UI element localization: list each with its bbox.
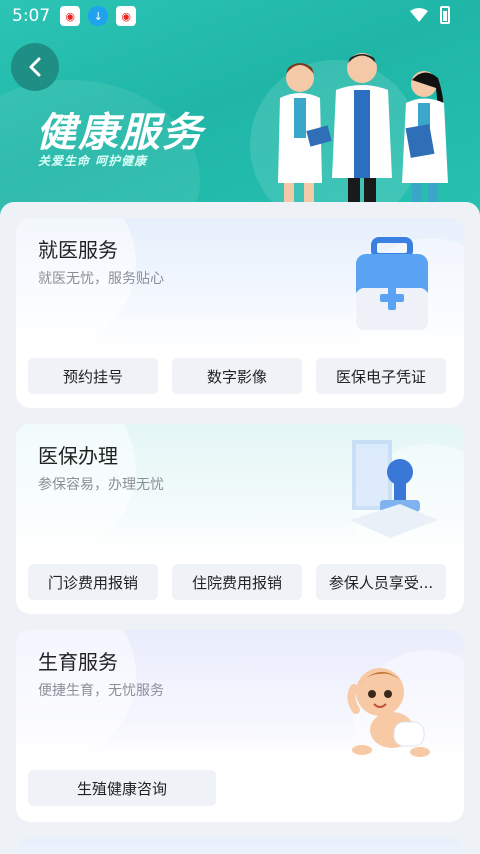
status-time: 5:07	[12, 6, 51, 26]
digital-imaging-button[interactable]: 数字影像	[172, 358, 302, 394]
back-button[interactable]	[11, 43, 59, 91]
outpatient-reimburse-button[interactable]: 门诊费用报销	[28, 564, 158, 600]
services-sheet: 就医服务 就医无忧，服务贴心 预约挂号 数字影像 医保电子凭证 医保办理 参保容…	[0, 202, 480, 854]
service-card-insurance: 医保办理 参保容易，办理无忧 门诊费用报销 住院费用报销 参保人员享受...	[16, 424, 464, 614]
service-card-medical: 就医服务 就医无忧，服务贴心 预约挂号 数字影像 医保电子凭证	[16, 218, 464, 408]
status-bar: 5:07 ◉ ↓ ◉	[0, 0, 480, 32]
medical-kit-icon	[356, 237, 428, 330]
insured-benefits-button[interactable]: 参保人员享受...	[316, 564, 446, 600]
card-actions: 生殖健康咨询	[28, 770, 216, 806]
card-actions: 预约挂号 数字影像 医保电子凭证	[28, 358, 446, 394]
card-subtitle: 就医无忧，服务贴心	[38, 271, 164, 287]
baby-icon	[347, 668, 430, 757]
app-notification-icon: ◉	[60, 6, 81, 26]
card-subtitle: 参保容易，办理无忧	[38, 477, 164, 493]
app-notification-icon: ◉	[116, 6, 137, 26]
page-slogan: 关爱生命 呵护健康	[38, 154, 148, 168]
chevron-left-icon	[29, 57, 41, 77]
header-banner: 5:07 ◉ ↓ ◉ 健康服务 关爱生命 呵护健康	[0, 0, 480, 225]
insurance-voucher-button[interactable]: 医保电子凭证	[316, 358, 446, 394]
service-card-maternity: 生育服务 便捷生育，无忧服务 生殖健康咨询	[16, 630, 464, 822]
card-subtitle: 便捷生育，无忧服务	[38, 683, 164, 699]
card-title: 就医服务	[38, 238, 118, 262]
appointment-button[interactable]: 预约挂号	[28, 358, 158, 394]
inpatient-reimburse-button[interactable]: 住院费用报销	[172, 564, 302, 600]
stamp-icon	[350, 440, 438, 538]
reproductive-health-button[interactable]: 生殖健康咨询	[28, 770, 216, 806]
card-title: 医保办理	[38, 444, 118, 468]
doctors-illustration	[278, 53, 448, 206]
service-card-next	[16, 838, 464, 854]
page-title: 健康服务	[36, 110, 204, 156]
battery-icon	[440, 6, 450, 24]
card-actions: 门诊费用报销 住院费用报销 参保人员享受...	[28, 564, 446, 600]
card-title: 生育服务	[38, 650, 118, 674]
download-icon: ↓	[88, 6, 109, 26]
wifi-icon	[410, 8, 428, 22]
